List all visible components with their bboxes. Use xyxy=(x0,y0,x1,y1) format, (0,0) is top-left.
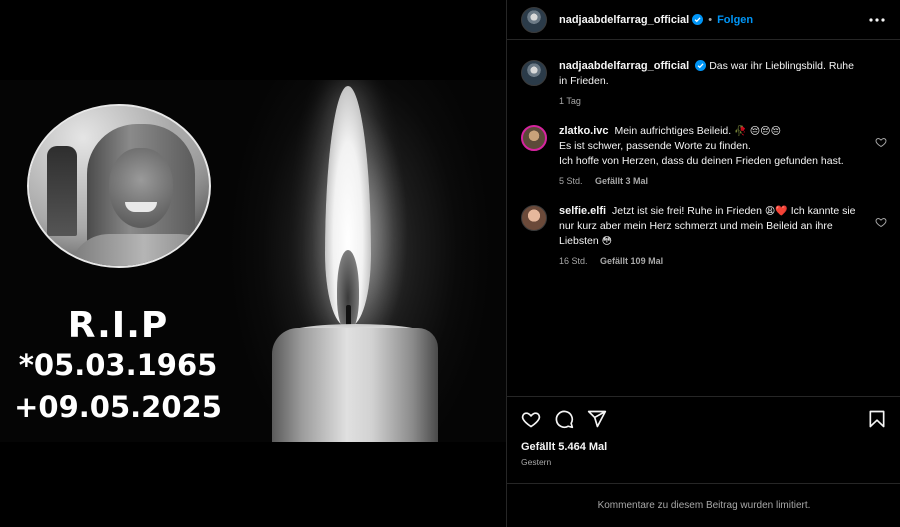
portrait-face xyxy=(109,148,173,228)
author-username[interactable]: nadjaabdelfarrag_official xyxy=(559,14,689,26)
post-actions: Gefällt 5.464 Mal Gestern xyxy=(507,396,900,483)
comment-item: zlatko.ivc Mein aufrichtiges Beileid. 🥀 … xyxy=(521,124,887,186)
comment-time[interactable]: 16 Std. xyxy=(559,256,588,266)
comment-body: selfie.elfi Jetzt ist sie frei! Ruhe in … xyxy=(559,204,865,249)
post-likes-count[interactable]: Gefällt 5.464 Mal xyxy=(521,441,887,453)
portrait-smile xyxy=(125,202,157,212)
comment-emoji: 😩❤️ xyxy=(764,206,788,217)
comment-icon[interactable] xyxy=(554,409,574,429)
caption-username[interactable]: nadjaabdelfarrag_official xyxy=(559,60,689,72)
memorial-portrait xyxy=(27,104,211,268)
portrait-shoulder xyxy=(69,234,209,266)
post-date[interactable]: Gestern xyxy=(521,457,887,467)
comment-time[interactable]: 5 Std. xyxy=(559,176,583,186)
birth-date: *05.03.1965 xyxy=(18,348,218,382)
post-header: nadjaabdelfarrag_official • Folgen xyxy=(507,0,900,40)
comment-item: selfie.elfi Jetzt ist sie frei! Ruhe in … xyxy=(521,204,887,266)
comment-meta: 5 Std. Gefällt 3 Mal xyxy=(559,176,844,186)
rip-title: R.I.P xyxy=(67,305,169,346)
verified-badge-icon xyxy=(695,60,707,71)
post-sidebar: nadjaabdelfarrag_official • Folgen nadja… xyxy=(506,0,900,527)
caption-meta: 1 Tag xyxy=(559,96,865,106)
author-avatar[interactable] xyxy=(521,6,547,33)
caption-time[interactable]: 1 Tag xyxy=(559,96,581,106)
separator-dot: • xyxy=(708,13,713,26)
more-horizontal-icon[interactable] xyxy=(868,11,886,29)
portrait-statue xyxy=(47,146,77,236)
comment-text: Ich hoffe von Herzen, dass du deinen Fri… xyxy=(559,155,844,167)
comments-list[interactable]: nadjaabdelfarrag_official Das war ihr Li… xyxy=(507,41,900,396)
comment-likes[interactable]: Gefällt 3 Mal xyxy=(595,176,648,186)
comment-heart-icon[interactable] xyxy=(875,216,887,228)
action-icons xyxy=(521,407,887,431)
commenter-avatar[interactable] xyxy=(521,125,547,151)
comment-username[interactable]: selfie.elfi xyxy=(559,205,606,217)
comment-username[interactable]: zlatko.ivc xyxy=(559,125,609,137)
bookmark-icon[interactable] xyxy=(867,409,887,429)
post-caption: nadjaabdelfarrag_official Das war ihr Li… xyxy=(521,59,887,106)
verified-badge-icon xyxy=(692,14,704,25)
commenter-avatar[interactable] xyxy=(521,205,547,231)
caption-body: nadjaabdelfarrag_official Das war ihr Li… xyxy=(559,59,865,89)
comment-heart-icon[interactable] xyxy=(875,136,887,148)
comment-body: zlatko.ivc Mein aufrichtiges Beileid. 🥀 … xyxy=(559,124,844,169)
comment-text: Mein aufrichtiges Beileid. xyxy=(614,125,732,137)
comments-limited-notice: Kommentare zu diesem Beitrag wurden limi… xyxy=(507,483,900,527)
death-date: +09.05.2025 xyxy=(14,390,222,424)
candle xyxy=(272,328,438,442)
share-icon[interactable] xyxy=(587,409,607,429)
comment-emoji: 😳 xyxy=(601,236,613,247)
post-image[interactable]: R.I.P *05.03.1965 +09.05.2025 xyxy=(0,80,506,442)
caption-author-avatar[interactable] xyxy=(521,60,547,86)
comment-text: Es ist schwer, passende Worte zu finden. xyxy=(559,140,751,152)
heart-icon[interactable] xyxy=(521,409,541,429)
comment-likes[interactable]: Gefällt 109 Mal xyxy=(600,256,663,266)
comment-meta: 16 Std. Gefällt 109 Mal xyxy=(559,256,865,266)
comment-emoji: 🥀 😔😔😔 xyxy=(734,126,782,137)
follow-button[interactable]: Folgen xyxy=(717,14,753,26)
post-media-pane: R.I.P *05.03.1965 +09.05.2025 xyxy=(0,0,506,527)
comment-text: Jetzt ist sie frei! Ruhe in Frieden xyxy=(612,205,762,217)
